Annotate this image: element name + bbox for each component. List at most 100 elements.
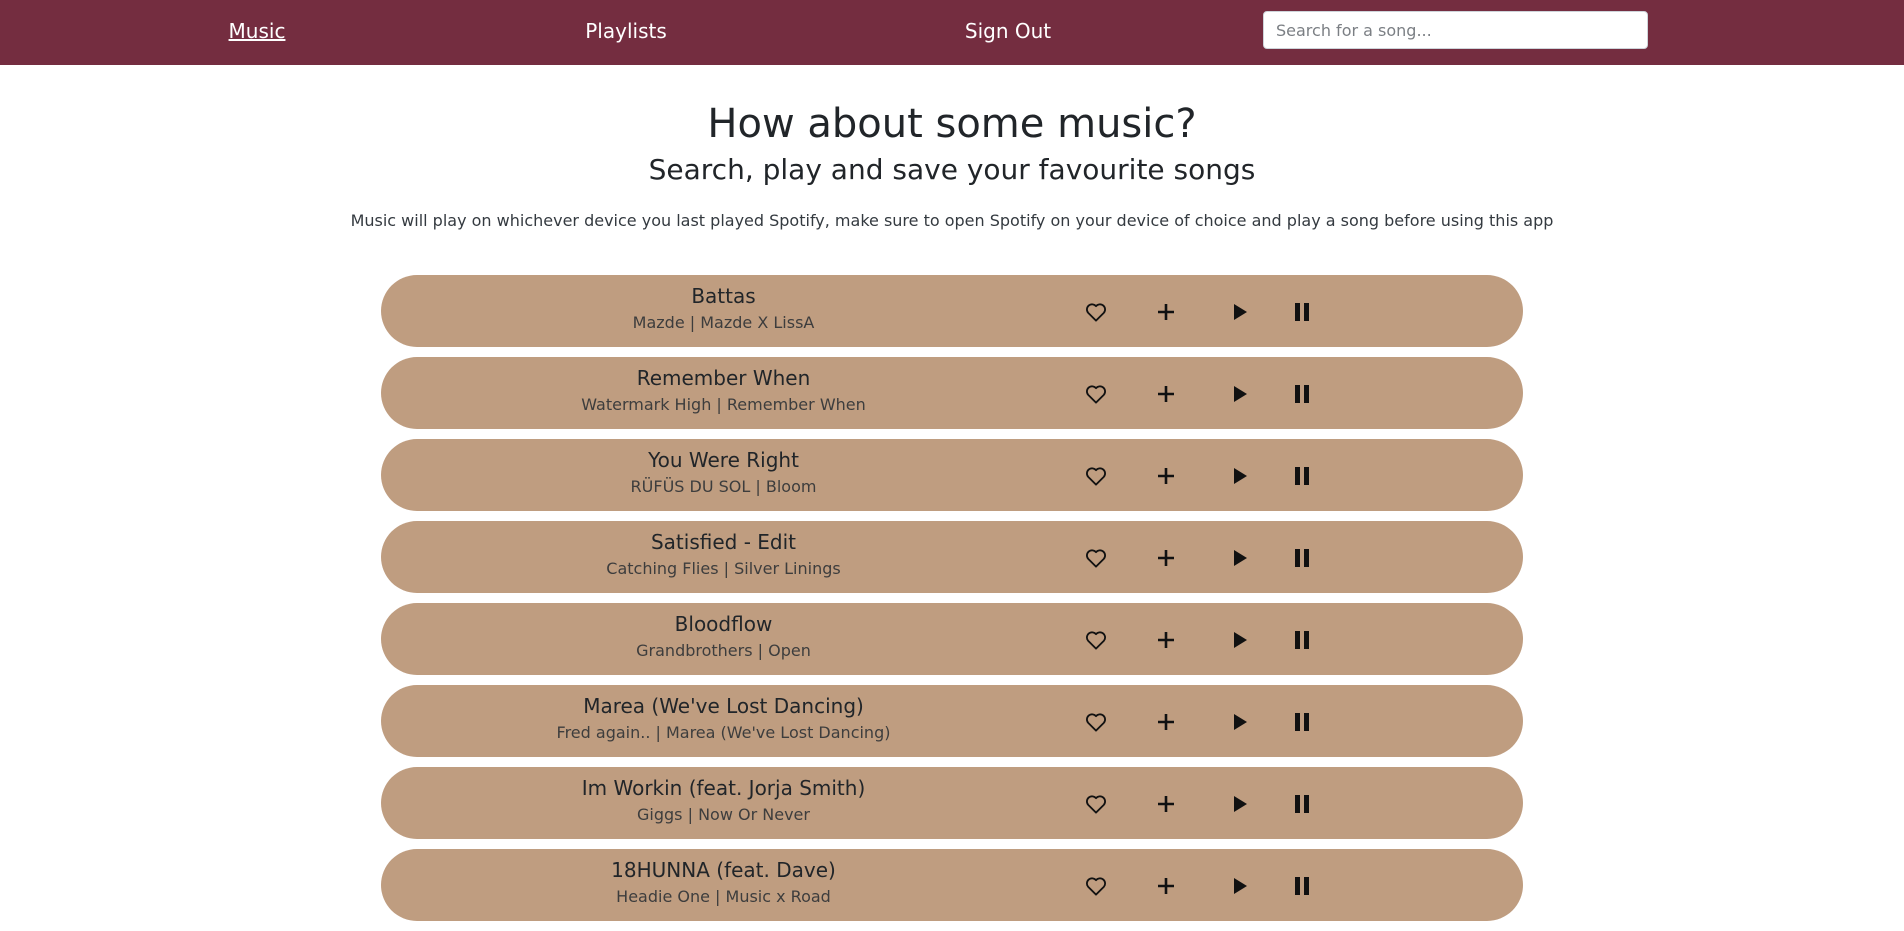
page-subtitle: Search, play and save your favourite son… bbox=[648, 153, 1256, 186]
page-title: How about some music? bbox=[707, 101, 1197, 147]
play-button[interactable] bbox=[1227, 709, 1253, 735]
pause-icon bbox=[1295, 713, 1309, 731]
song-title: Satisfied - Edit bbox=[650, 530, 797, 554]
plus-icon bbox=[1158, 550, 1174, 566]
like-button[interactable] bbox=[1083, 627, 1109, 653]
plus-icon bbox=[1158, 468, 1174, 484]
song-card: Marea (We've Lost Dancing) Fred again.. … bbox=[381, 685, 1523, 757]
song-info: Bloodflow Grandbrothers | Open bbox=[381, 611, 1066, 662]
song-title: Marea (We've Lost Dancing) bbox=[583, 694, 864, 718]
heart-icon bbox=[1086, 303, 1106, 322]
pause-button[interactable] bbox=[1289, 873, 1315, 899]
song-artist-album: Watermark High | Remember When bbox=[581, 395, 866, 414]
song-info: Battas Mazde | Mazde X LissA bbox=[381, 283, 1066, 334]
play-button[interactable] bbox=[1227, 627, 1253, 653]
song-search-input[interactable] bbox=[1263, 11, 1648, 49]
like-button[interactable] bbox=[1083, 381, 1109, 407]
pause-button[interactable] bbox=[1289, 545, 1315, 571]
device-note: Music will play on whichever device you … bbox=[350, 211, 1554, 230]
pause-button[interactable] bbox=[1289, 381, 1315, 407]
like-button[interactable] bbox=[1083, 463, 1109, 489]
play-button[interactable] bbox=[1227, 873, 1253, 899]
add-to-playlist-button[interactable] bbox=[1153, 545, 1179, 571]
play-icon bbox=[1234, 468, 1247, 484]
song-card: Bloodflow Grandbrothers | Open bbox=[381, 603, 1523, 675]
pause-icon bbox=[1295, 549, 1309, 567]
plus-icon bbox=[1158, 632, 1174, 648]
plus-icon bbox=[1158, 304, 1174, 320]
like-button[interactable] bbox=[1083, 545, 1109, 571]
add-to-playlist-button[interactable] bbox=[1153, 381, 1179, 407]
heart-icon bbox=[1086, 549, 1106, 568]
play-icon bbox=[1234, 304, 1247, 320]
add-to-playlist-button[interactable] bbox=[1153, 873, 1179, 899]
song-artist-album: Mazde | Mazde X LissA bbox=[632, 313, 815, 332]
song-list: Battas Mazde | Mazde X LissA Remember Wh… bbox=[381, 275, 1523, 931]
song-artist-album: Fred again.. | Marea (We've Lost Dancing… bbox=[556, 723, 891, 742]
song-title: Im Workin (feat. Jorja Smith) bbox=[581, 776, 866, 800]
nav-sign-out-link[interactable]: Sign Out bbox=[965, 0, 1051, 65]
like-button[interactable] bbox=[1083, 791, 1109, 817]
like-button[interactable] bbox=[1083, 709, 1109, 735]
play-icon bbox=[1234, 878, 1247, 894]
add-to-playlist-button[interactable] bbox=[1153, 463, 1179, 489]
song-info: Satisfied - Edit Catching Flies | Silver… bbox=[381, 529, 1066, 580]
add-to-playlist-button[interactable] bbox=[1153, 709, 1179, 735]
play-button[interactable] bbox=[1227, 299, 1253, 325]
pause-icon bbox=[1295, 303, 1309, 321]
song-info: Marea (We've Lost Dancing) Fred again.. … bbox=[381, 693, 1066, 744]
add-to-playlist-button[interactable] bbox=[1153, 627, 1179, 653]
pause-button[interactable] bbox=[1289, 627, 1315, 653]
add-to-playlist-button[interactable] bbox=[1153, 791, 1179, 817]
heart-icon bbox=[1086, 467, 1106, 486]
heart-icon bbox=[1086, 795, 1106, 814]
song-artist-album: Headie One | Music x Road bbox=[616, 887, 831, 906]
play-button[interactable] bbox=[1227, 381, 1253, 407]
plus-icon bbox=[1158, 386, 1174, 402]
heart-icon bbox=[1086, 631, 1106, 650]
heart-icon bbox=[1086, 713, 1106, 732]
play-icon bbox=[1234, 632, 1247, 648]
play-icon bbox=[1234, 796, 1247, 812]
pause-icon bbox=[1295, 385, 1309, 403]
pause-icon bbox=[1295, 631, 1309, 649]
song-card: Remember When Watermark High | Remember … bbox=[381, 357, 1523, 429]
hero: How about some music? Search, play and s… bbox=[0, 65, 1904, 233]
pause-icon bbox=[1295, 467, 1309, 485]
song-info: You Were Right RÜFÜS DU SOL | Bloom bbox=[381, 447, 1066, 498]
nav-music-link[interactable]: Music bbox=[229, 0, 286, 65]
pause-icon bbox=[1295, 877, 1309, 895]
song-card: Battas Mazde | Mazde X LissA bbox=[381, 275, 1523, 347]
song-title: Remember When bbox=[636, 366, 811, 390]
add-to-playlist-button[interactable] bbox=[1153, 299, 1179, 325]
pause-button[interactable] bbox=[1289, 709, 1315, 735]
song-card: You Were Right RÜFÜS DU SOL | Bloom bbox=[381, 439, 1523, 511]
play-icon bbox=[1234, 550, 1247, 566]
play-button[interactable] bbox=[1227, 791, 1253, 817]
like-button[interactable] bbox=[1083, 873, 1109, 899]
plus-icon bbox=[1158, 714, 1174, 730]
song-card: Im Workin (feat. Jorja Smith) Giggs | No… bbox=[381, 767, 1523, 839]
play-button[interactable] bbox=[1227, 545, 1253, 571]
pause-button[interactable] bbox=[1289, 299, 1315, 325]
song-artist-album: Giggs | Now Or Never bbox=[637, 805, 810, 824]
song-title: Bloodflow bbox=[674, 612, 773, 636]
play-button[interactable] bbox=[1227, 463, 1253, 489]
song-info: Remember When Watermark High | Remember … bbox=[381, 365, 1066, 416]
pause-button[interactable] bbox=[1289, 791, 1315, 817]
song-artist-album: Grandbrothers | Open bbox=[636, 641, 811, 660]
song-info: Im Workin (feat. Jorja Smith) Giggs | No… bbox=[381, 775, 1066, 826]
pause-button[interactable] bbox=[1289, 463, 1315, 489]
song-artist-album: RÜFÜS DU SOL | Bloom bbox=[630, 477, 817, 496]
song-title: You Were Right bbox=[648, 448, 799, 472]
plus-icon bbox=[1158, 878, 1174, 894]
heart-icon bbox=[1086, 877, 1106, 896]
song-artist-album: Catching Flies | Silver Linings bbox=[606, 559, 841, 578]
nav-playlists-link[interactable]: Playlists bbox=[585, 0, 667, 65]
like-button[interactable] bbox=[1083, 299, 1109, 325]
navbar: Music Playlists Sign Out bbox=[0, 0, 1904, 65]
heart-icon bbox=[1086, 385, 1106, 404]
song-title: Battas bbox=[691, 284, 756, 308]
pause-icon bbox=[1295, 795, 1309, 813]
song-card: 18HUNNA (feat. Dave) Headie One | Music … bbox=[381, 849, 1523, 921]
